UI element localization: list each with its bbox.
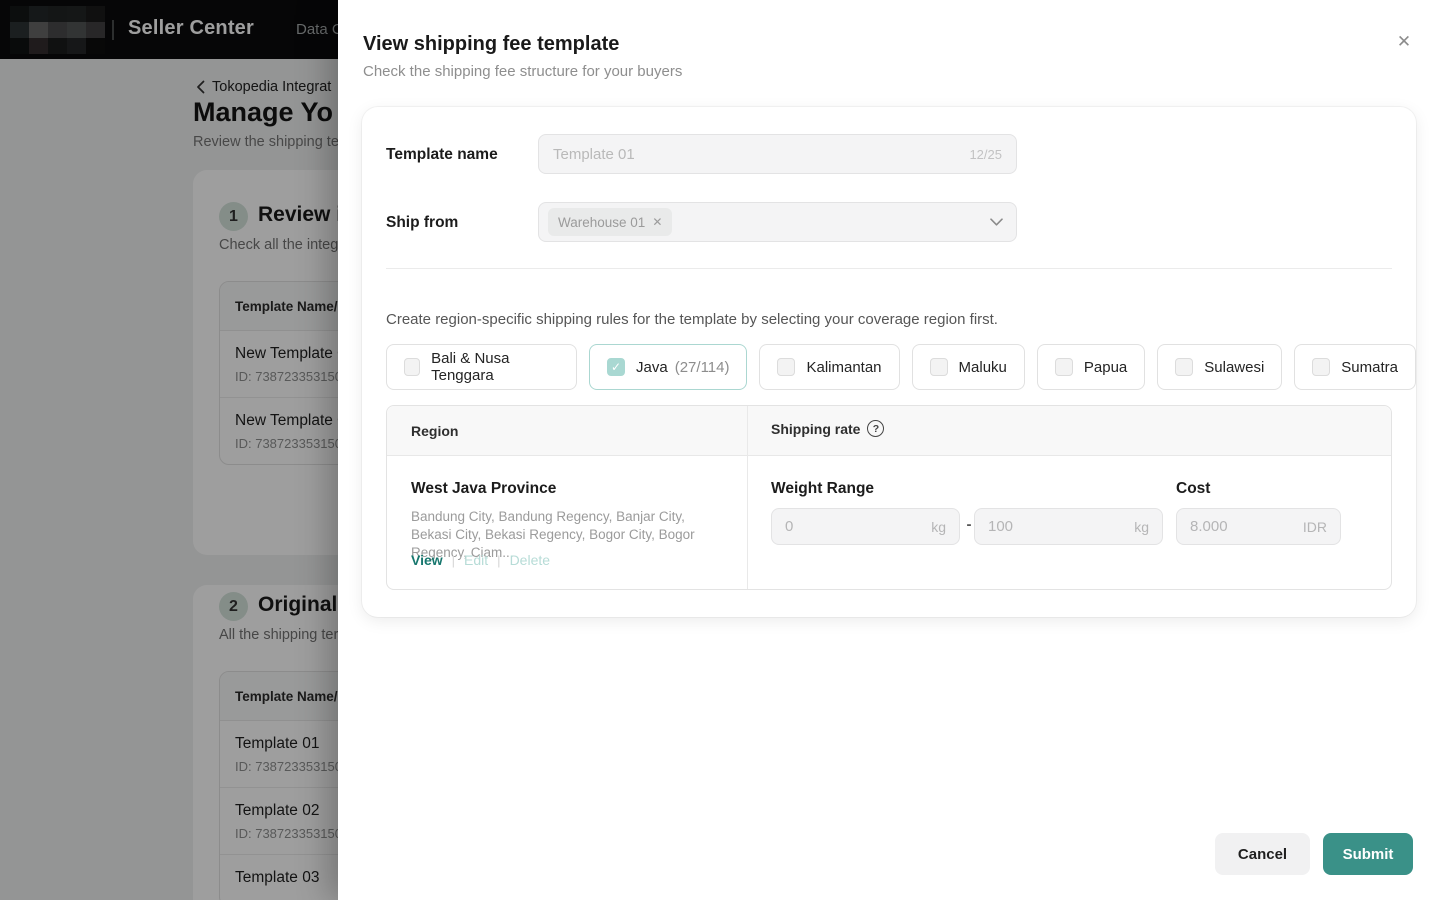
edit-link[interactable]: Edit (464, 552, 488, 568)
ship-from-label: Ship from (386, 214, 459, 231)
checkbox-icon[interactable] (777, 358, 796, 376)
currency-unit: IDR (1302, 518, 1327, 535)
region-chip-sulawesi[interactable]: Sulawesi (1157, 344, 1283, 390)
row-actions: View | Edit | Delete (411, 552, 550, 568)
checkbox-checked-icon[interactable] (607, 358, 626, 376)
action-separator: | (451, 552, 456, 568)
view-shipping-fee-template-modal: ✕ View shipping fee template Check the s… (338, 0, 1440, 900)
checkbox-icon[interactable] (404, 358, 421, 376)
province-name: West Java Province (411, 480, 557, 497)
delete-link[interactable]: Delete (510, 552, 550, 568)
region-chip-kalimantan[interactable]: Kalimantan (759, 344, 900, 390)
weight-unit: kg (931, 518, 946, 535)
weight-to-input[interactable] (988, 518, 1129, 535)
range-dash: - (966, 516, 972, 533)
shipping-rate-table: Region Shipping rate ? West Java Provinc… (386, 405, 1392, 590)
region-chip-group: Bali & Nusa Tenggara Java (27/114) Kalim… (386, 344, 1416, 390)
checkbox-icon[interactable] (1175, 358, 1194, 376)
template-name-label: Template name (386, 146, 498, 163)
weight-to-field: kg (974, 508, 1163, 545)
section-divider (386, 268, 1392, 269)
view-link[interactable]: View (411, 552, 443, 568)
chevron-down-icon (990, 218, 1003, 226)
template-form-card: Template name 12/25 Ship from Warehouse … (362, 107, 1416, 617)
checkbox-icon[interactable] (1312, 358, 1331, 376)
table-header-row (387, 406, 1391, 456)
region-chip-java[interactable]: Java (27/114) (589, 344, 748, 390)
region-count: (27/114) (674, 358, 730, 376)
template-name-input[interactable] (553, 145, 962, 163)
region-chip-maluku[interactable]: Maluku (911, 344, 1025, 390)
modal-title: View shipping fee template (363, 33, 620, 55)
weight-from-field: kg (771, 508, 960, 545)
template-name-field: 12/25 (538, 134, 1017, 174)
char-counter: 12/25 (969, 146, 1002, 162)
help-icon[interactable]: ? (867, 420, 885, 437)
modal-subtitle: Check the shipping fee structure for you… (363, 63, 683, 80)
modal-footer: Cancel Submit (1215, 833, 1413, 875)
weight-unit: kg (1134, 518, 1149, 535)
remove-tag-icon[interactable]: ✕ (652, 216, 662, 228)
warehouse-tag-label: Warehouse 01 (558, 214, 646, 230)
region-chip-sumatra[interactable]: Sumatra (1294, 344, 1416, 390)
region-chip-papua[interactable]: Papua (1036, 344, 1146, 390)
cost-field: IDR (1176, 508, 1341, 545)
submit-button[interactable]: Submit (1323, 833, 1413, 875)
action-separator: | (497, 552, 501, 568)
cost-label: Cost (1176, 480, 1211, 497)
screen: Seller Center Data C Tokopedia Integrat … (0, 0, 1440, 900)
region-column-header: Region (411, 423, 459, 439)
weight-range-label: Weight Range (771, 480, 875, 497)
column-divider (747, 406, 748, 589)
region-hint-text: Create region-specific shipping rules fo… (386, 311, 998, 328)
warehouse-tag: Warehouse 01 ✕ (548, 208, 673, 236)
ship-from-select[interactable]: Warehouse 01 ✕ (538, 202, 1017, 242)
cost-input[interactable] (1190, 518, 1297, 535)
shipping-rate-column-header: Shipping rate ? (771, 420, 885, 437)
region-chip-bali-nusa-tenggara[interactable]: Bali & Nusa Tenggara (386, 344, 578, 390)
close-icon[interactable]: ✕ (1392, 30, 1416, 54)
weight-from-input[interactable] (785, 518, 926, 535)
cancel-button[interactable]: Cancel (1215, 833, 1310, 875)
checkbox-icon[interactable] (929, 358, 948, 376)
checkbox-icon[interactable] (1054, 358, 1073, 376)
